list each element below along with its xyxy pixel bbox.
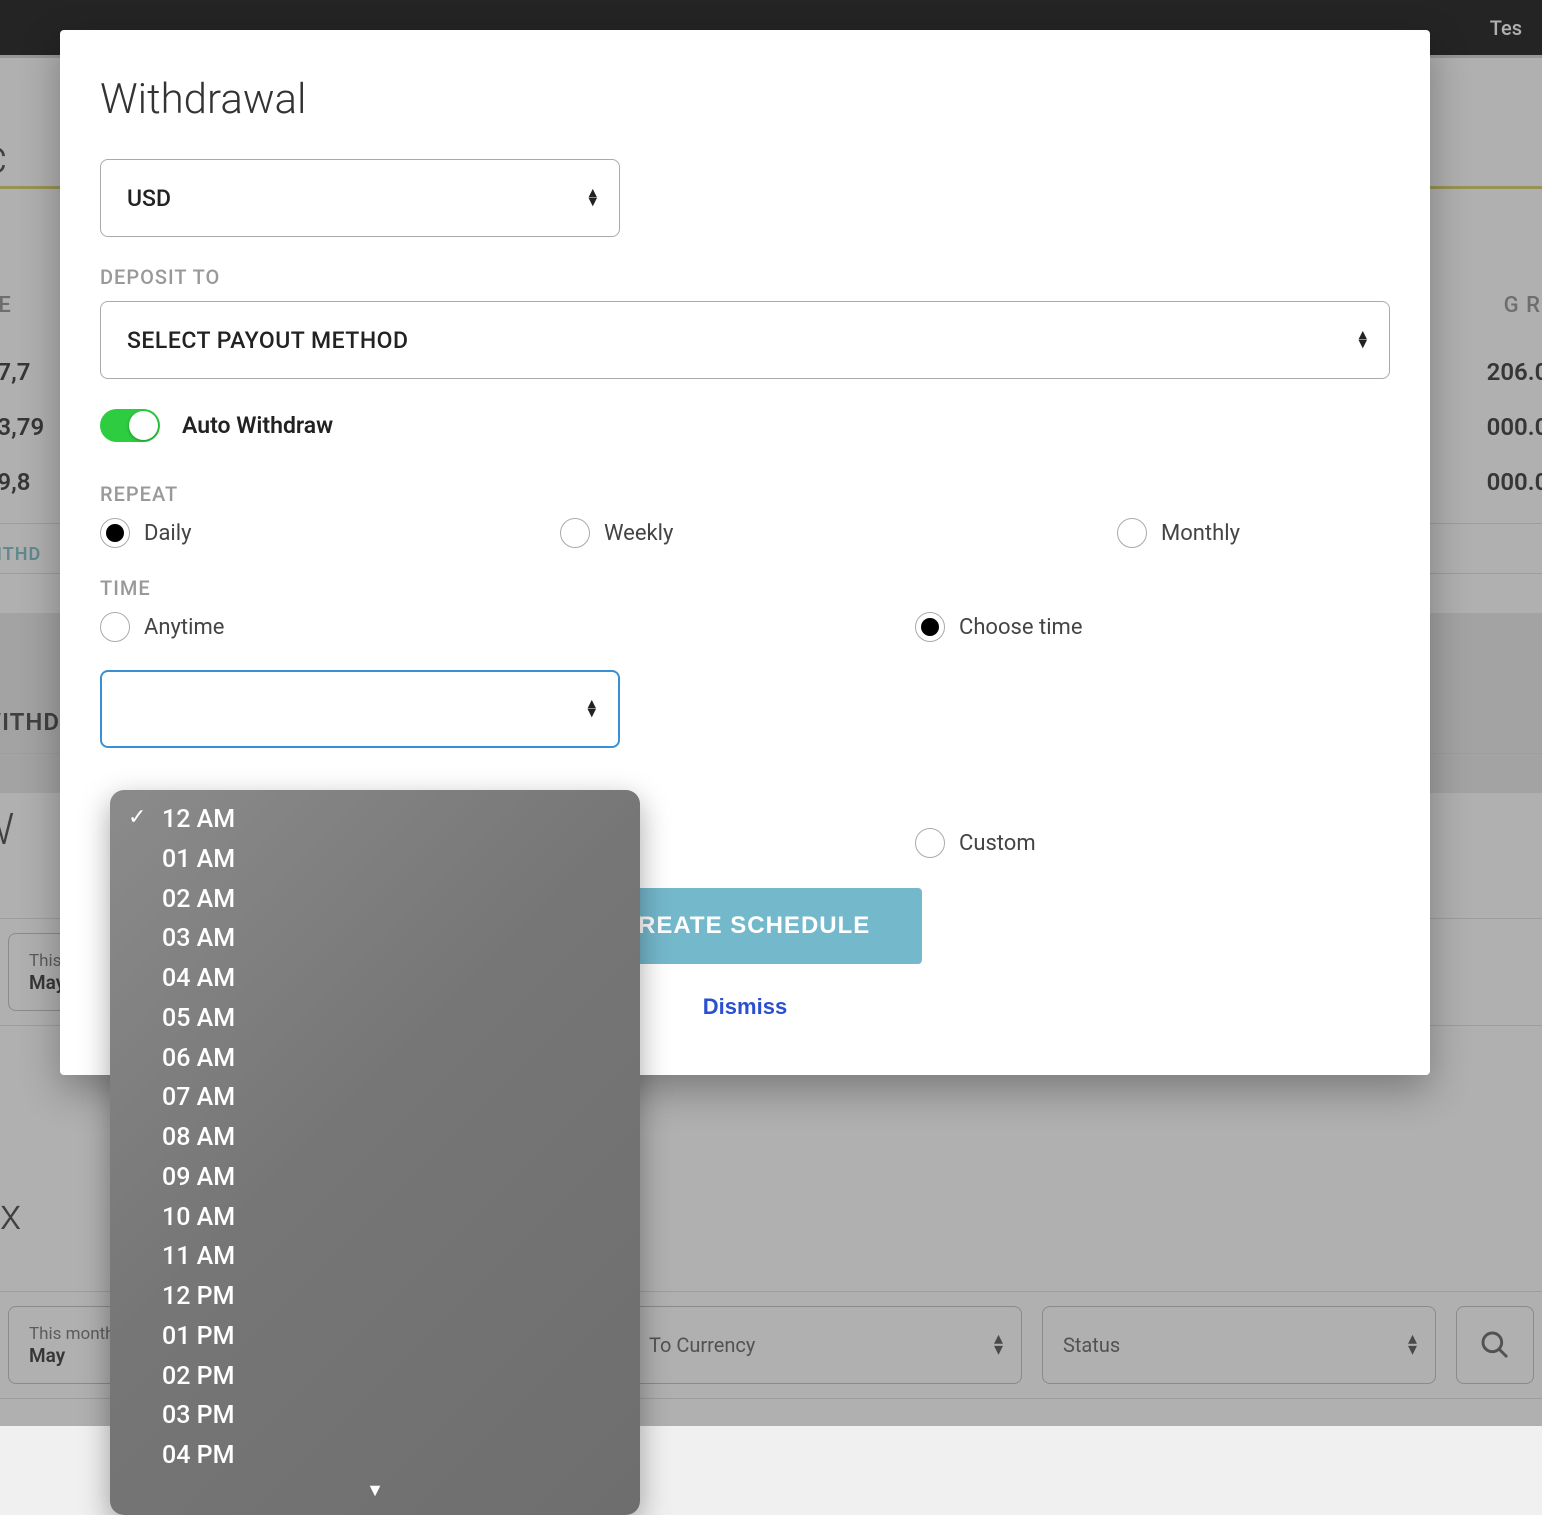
time-anytime-radio[interactable]: Anytime	[100, 612, 745, 642]
radio-icon	[100, 612, 130, 642]
deposit-to-label: DEPOSIT TO	[100, 265, 1390, 289]
radio-label: Custom	[959, 831, 1036, 856]
currency-select[interactable]: USD ▴▾	[100, 159, 620, 237]
dismiss-button[interactable]: Dismiss	[703, 994, 787, 1020]
time-option[interactable]: 05 AM	[110, 999, 640, 1039]
radio-icon	[1117, 518, 1147, 548]
repeat-label: REPEAT	[100, 482, 1390, 506]
modal-title: Withdrawal	[100, 75, 1390, 124]
time-option[interactable]: 01 AM	[110, 840, 640, 880]
repeat-daily-radio[interactable]: Daily	[100, 518, 440, 548]
payout-method-select[interactable]: SELECT PAYOUT METHOD ▴▾	[100, 301, 1390, 379]
time-select[interactable]: ▴▾	[100, 670, 620, 748]
time-option[interactable]: 04 PM	[110, 1436, 640, 1476]
time-option[interactable]: 10 AM	[110, 1198, 640, 1238]
time-option[interactable]: 11 AM	[110, 1237, 640, 1277]
time-option[interactable]: 02 AM	[110, 880, 640, 920]
auto-withdraw-label: Auto Withdraw	[182, 412, 333, 439]
radio-icon	[560, 518, 590, 548]
chevron-updown-icon: ▴▾	[587, 700, 596, 719]
repeat-weekly-radio[interactable]: Weekly	[440, 518, 900, 548]
time-option[interactable]: 12 PM	[110, 1277, 640, 1317]
chevron-updown-icon: ▴▾	[588, 189, 597, 208]
radio-icon	[100, 518, 130, 548]
radio-label: Daily	[144, 521, 192, 546]
chevron-updown-icon: ▴▾	[1358, 331, 1367, 350]
time-option[interactable]: 03 AM	[110, 919, 640, 959]
time-option[interactable]: 06 AM	[110, 1039, 640, 1079]
time-label: TIME	[100, 576, 1390, 600]
time-option[interactable]: 04 AM	[110, 959, 640, 999]
time-option[interactable]: 03 PM	[110, 1396, 640, 1436]
time-option[interactable]: 02 PM	[110, 1357, 640, 1397]
dropdown-more-arrow[interactable]: ▼	[110, 1476, 640, 1509]
time-dropdown-menu[interactable]: 12 AM01 AM02 AM03 AM04 AM05 AM06 AM07 AM…	[110, 790, 640, 1515]
radio-icon	[915, 612, 945, 642]
radio-label: Monthly	[1161, 521, 1240, 546]
custom-radio[interactable]: Custom	[745, 828, 1390, 858]
time-option[interactable]: 09 AM	[110, 1158, 640, 1198]
time-choose-radio[interactable]: Choose time	[745, 612, 1390, 642]
time-option[interactable]: 01 PM	[110, 1317, 640, 1357]
payout-value: SELECT PAYOUT METHOD	[127, 327, 409, 354]
time-option[interactable]: 08 AM	[110, 1118, 640, 1158]
auto-withdraw-toggle[interactable]	[100, 409, 160, 442]
time-option[interactable]: 07 AM	[110, 1078, 640, 1118]
currency-value: USD	[127, 185, 171, 212]
radio-label: Weekly	[604, 521, 673, 546]
repeat-monthly-radio[interactable]: Monthly	[900, 518, 1390, 548]
time-option[interactable]: 12 AM	[110, 800, 640, 840]
radio-label: Choose time	[959, 615, 1083, 640]
radio-icon	[915, 828, 945, 858]
radio-label: Anytime	[144, 615, 224, 640]
